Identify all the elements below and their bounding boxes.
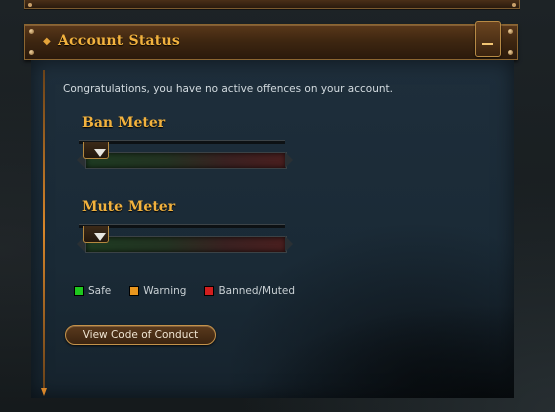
- previous-panel-edge: [24, 0, 520, 9]
- status-message: Congratulations, you have no active offe…: [63, 83, 393, 95]
- meter-cap-right: [285, 152, 293, 168]
- legend-warning: Warning: [129, 285, 186, 297]
- legend-label: Banned/Muted: [218, 285, 296, 297]
- banned-swatch-icon: [204, 286, 215, 296]
- mute-meter-indicator: [83, 226, 109, 243]
- ban-meter: [77, 140, 293, 180]
- rivet-icon: [29, 29, 34, 34]
- panel-title: Account Status: [58, 33, 180, 49]
- mute-meter-track: [85, 236, 287, 253]
- ban-meter-track: [85, 152, 287, 169]
- safe-swatch-icon: [74, 286, 84, 296]
- mute-meter-title: Mute Meter: [82, 199, 176, 215]
- decorative-rail: [41, 70, 47, 396]
- meter-legend: Safe Warning Banned/Muted: [74, 285, 295, 297]
- triangle-down-icon: [94, 149, 106, 157]
- minus-icon: [482, 43, 493, 45]
- decorative-shade: [214, 288, 514, 398]
- collapse-button[interactable]: [475, 21, 501, 57]
- account-status-header: ◆ Account Status: [24, 21, 518, 60]
- ornament-icon: ◆: [43, 36, 51, 47]
- rivet-icon: [29, 50, 34, 55]
- meter-cap-right: [285, 236, 293, 252]
- view-code-of-conduct-button[interactable]: View Code of Conduct: [65, 325, 216, 345]
- meter-rail: [79, 140, 285, 144]
- triangle-down-icon: [94, 233, 106, 241]
- legend-label: Warning: [143, 285, 187, 297]
- account-status-body: Congratulations, you have no active offe…: [31, 60, 514, 398]
- warning-swatch-icon: [129, 286, 140, 296]
- ban-meter-indicator: [83, 142, 109, 159]
- legend-banned-muted: Banned/Muted: [204, 285, 295, 297]
- legend-safe: Safe: [74, 285, 111, 297]
- ban-meter-title: Ban Meter: [82, 115, 166, 131]
- rivet-icon: [508, 29, 513, 34]
- legend-label: Safe: [88, 285, 112, 297]
- mute-meter: [77, 224, 293, 264]
- meter-rail: [79, 224, 285, 228]
- rivet-icon: [508, 50, 513, 55]
